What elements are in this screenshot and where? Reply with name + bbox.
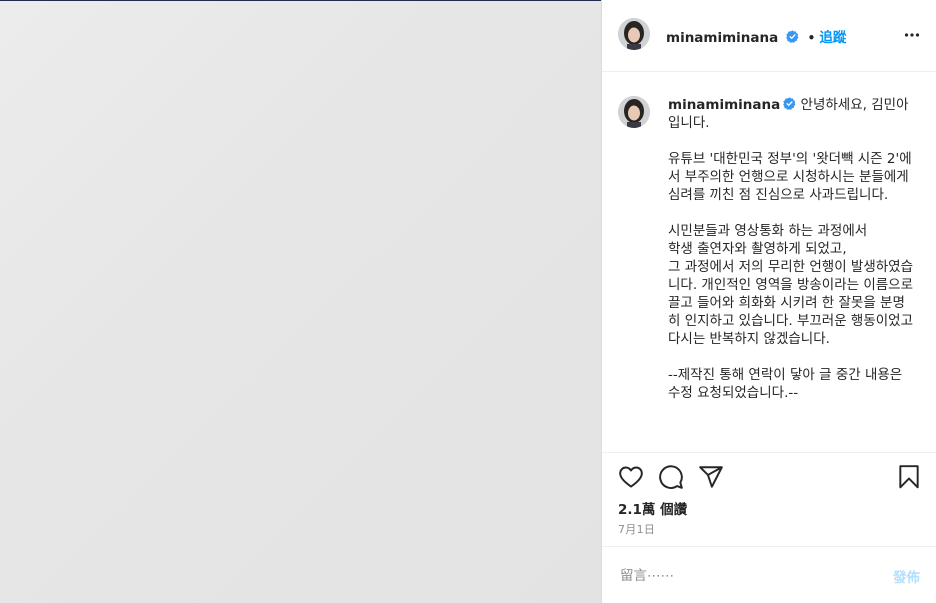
like-count[interactable]: 2.1萬 個讚 [618, 498, 687, 518]
caption-text: 안녕하세요, 김민아 입니다. 유튜브 '대한민국 정부'의 '왓더빽 시즌 2… [668, 97, 914, 401]
comment-bar: 發佈 [602, 546, 936, 603]
header-user-line: minamiminana • 追蹤 [666, 26, 846, 46]
bookmark-icon[interactable] [896, 464, 922, 490]
post-media-image[interactable] [0, 0, 601, 603]
avatar[interactable] [618, 96, 650, 128]
send-icon[interactable] [698, 464, 724, 490]
more-horizontal-icon[interactable] [904, 27, 920, 43]
media-top-edge [0, 0, 601, 1]
username-link[interactable]: minamiminana [666, 30, 778, 46]
avatar[interactable] [618, 18, 650, 50]
post-caption: minamiminana 안녕하세요, 김민아 입니다. 유튜브 '대한민국 정… [668, 96, 914, 402]
caption-username-link[interactable]: minamiminana [668, 97, 780, 113]
post-header: minamiminana • 追蹤 [602, 0, 936, 72]
post-date[interactable]: 7月1日 [618, 521, 655, 537]
post-side-panel: minamiminana • 追蹤 minamiminana 안녕하세요, 김민아… [601, 0, 936, 603]
post-actions [602, 460, 936, 496]
separator-dot: • [807, 31, 816, 45]
follow-button[interactable]: 追蹤 [819, 30, 846, 46]
caption-section: minamiminana 안녕하세요, 김민아 입니다. 유튜브 '대한민국 정… [602, 73, 936, 453]
post-comment-button[interactable]: 發佈 [893, 566, 920, 586]
comment-input[interactable] [618, 564, 872, 588]
comment-icon[interactable] [658, 464, 684, 490]
verified-badge-icon [783, 97, 796, 110]
heart-icon[interactable] [618, 464, 644, 490]
verified-badge-icon [786, 30, 799, 43]
